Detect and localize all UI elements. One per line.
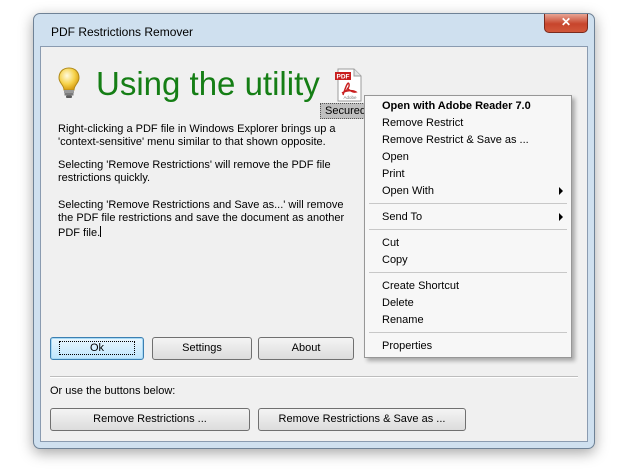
ok-button[interactable]: Ok [50,337,144,360]
remove-restrictions-button[interactable]: Remove Restrictions ... [50,408,250,431]
instruction-paragraph-2: Selecting 'Remove Restrictions' will rem… [58,159,331,185]
menu-item-print[interactable]: Print [382,166,405,183]
pdf-badge-text: PDF [337,74,350,81]
menu-item-delete[interactable]: Delete [382,295,414,312]
menu-separator [369,203,567,204]
divider [50,376,578,378]
menu-separator [369,332,567,333]
page-heading: Using the utility [96,65,320,102]
instruction-paragraph-1: Right-clicking a PDF file in Windows Exp… [58,123,336,149]
pdf-brand-text: Adobe [343,95,357,100]
pdf-file-icon[interactable]: PDF Adobe [334,68,364,102]
menu-item-properties[interactable]: Properties [382,338,432,355]
submenu-arrow-icon [559,187,563,195]
menu-item-cut[interactable]: Cut [382,235,399,252]
menu-item-remove-restrict[interactable]: Remove Restrict [382,115,463,132]
menu-item-open-with[interactable]: Open With [382,183,434,200]
title-bar[interactable]: PDF Restrictions Remover ✕ [34,14,594,47]
menu-item-send-to[interactable]: Send To [382,209,422,226]
menu-separator [369,229,567,230]
settings-button[interactable]: Settings [152,337,252,360]
menu-item-open[interactable]: Open [382,149,409,166]
menu-item-remove-restrict-save[interactable]: Remove Restrict & Save as ... [382,132,529,149]
menu-item-create-shortcut[interactable]: Create Shortcut [382,278,459,295]
submenu-arrow-icon [559,213,563,221]
window-title: PDF Restrictions Remover [51,25,194,39]
close-icon: ✕ [560,15,572,29]
remove-restrictions-save-button[interactable]: Remove Restrictions & Save as ... [258,408,466,431]
close-button[interactable]: ✕ [544,14,588,33]
lightbulb-icon [58,67,80,98]
context-menu: Open with Adobe Reader 7.0 Remove Restri… [364,95,572,358]
text-caret [100,225,102,237]
ok-button-label: Ok [58,341,136,355]
instruction-paragraph-3: Selecting 'Remove Restrictions and Save … [58,199,358,240]
menu-item-rename[interactable]: Rename [382,312,424,329]
menu-separator [369,272,567,273]
menu-item-open-with-adobe[interactable]: Open with Adobe Reader 7.0 [382,98,531,115]
menu-item-copy[interactable]: Copy [382,252,408,269]
about-button[interactable]: About [258,337,354,360]
footer-label: Or use the buttons below: [50,385,176,397]
